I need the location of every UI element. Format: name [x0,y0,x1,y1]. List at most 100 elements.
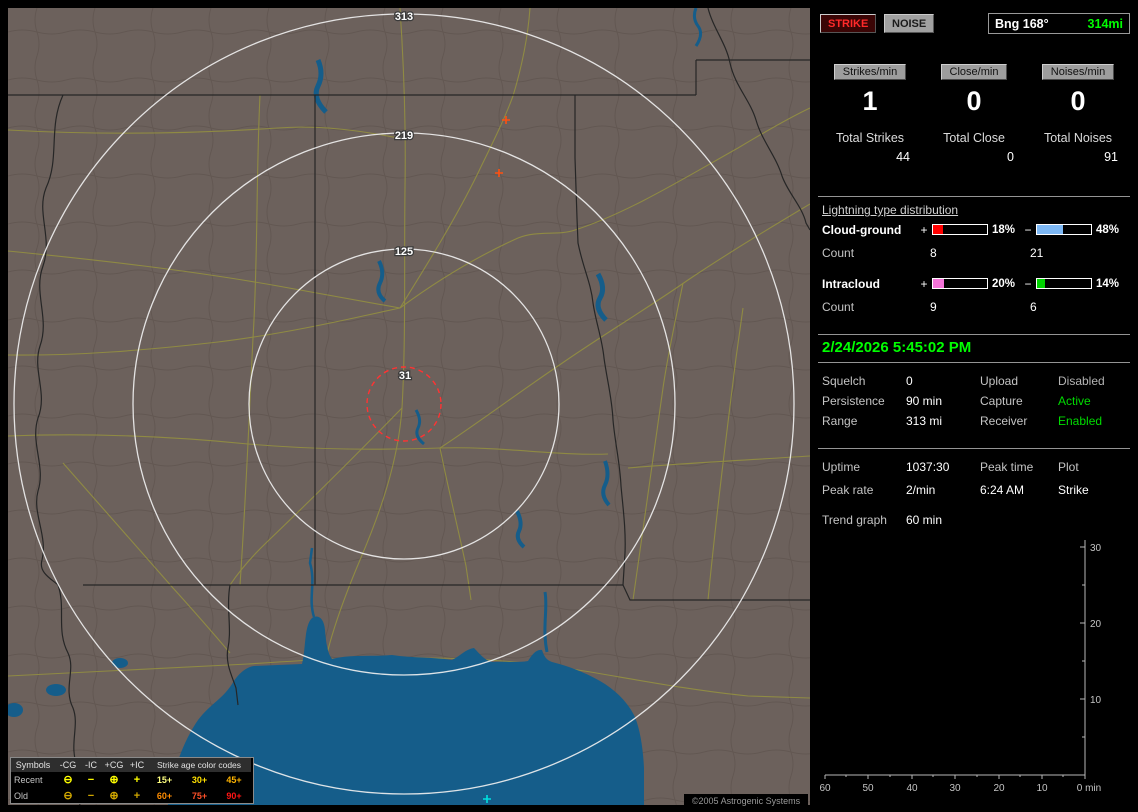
pos-ic-symbol: + [133,773,141,786]
cg-positive-count: 8 [930,246,937,260]
bar-fill [1037,279,1045,288]
ic-positive-pct: 20% [992,277,1016,290]
distribution-title: Lightning type distribution [822,203,959,217]
cloud-ground-row: Cloud-ground + 18% − 48% [818,222,1130,237]
origin-tick-label: 0 min [1077,783,1101,794]
legend-col-pos-cg: +CG [101,758,127,772]
age-code: 15+ [156,775,173,785]
trend-graph-tick-labels: 30 20 10 60 50 40 30 20 10 0 min [819,543,1101,794]
noise-toggle-button[interactable]: NOISE [884,14,935,33]
cg-negative-bar [1036,224,1092,235]
count-label: Count [822,246,855,260]
plus-sign: + [920,222,928,237]
legend-row-recent-label: Recent [14,775,43,785]
y-tick-label: 20 [1090,619,1102,630]
status-grid: Uptime 1037:30 Peak time Plot Peak rate … [818,460,1130,506]
persistence-value: 90 min [906,394,943,408]
total-noises-label: Total Noises [1043,131,1113,145]
ic-positive-count: 9 [930,300,937,314]
x-tick-label: 60 [819,783,831,794]
minus-sign: − [1024,222,1032,237]
peak-time-value: 6:24 AM [980,483,1025,497]
upload-label: Upload [980,374,1019,388]
x-tick-label: 10 [1036,783,1048,794]
legend-col-pos-ic: +IC [127,758,147,772]
rate-values: 1 0 0 [818,88,1130,115]
panel-toolbar: STRIKE NOISE Bng 168° 314mi [818,13,1130,36]
peak-rate-value: 2/min [906,483,936,497]
rate-headers: Strikes/min Close/min Noises/min [818,64,1130,80]
trend-graph-axes [824,540,1086,779]
neg-ic-symbol: − [87,789,95,802]
plus-sign: + [920,276,928,291]
ic-negative-bar [1036,278,1092,289]
strike-toggle-button[interactable]: STRIKE [820,14,877,33]
pos-cg-symbol: ⊕ [109,789,119,802]
status-panel: STRIKE NOISE Bng 168° 314mi Strikes/min … [818,8,1130,805]
age-code: 90+ [226,791,242,801]
bearing-label: Bng 168° [995,16,1049,31]
squelch-label: Squelch [822,374,866,388]
bar-fill [933,225,943,234]
age-code: 45+ [226,775,242,785]
strikes-per-min-button[interactable]: Strikes/min [833,64,907,80]
total-close-value: 0 [1007,150,1014,164]
noises-per-min-value: 0 [1070,86,1086,116]
age-code: 30+ [191,775,208,785]
bar-fill [933,279,944,288]
cg-positive-pct: 18% [992,223,1016,236]
range-value: 313 mi [906,414,943,428]
cg-negative-count: 21 [1030,246,1044,260]
neg-cg-symbol: ⊖ [63,789,73,802]
legend-row-old-label: Old [14,791,29,801]
range-ring-label: 31 [399,370,411,382]
ic-positive-bar [932,278,988,289]
age-code: 60+ [156,791,173,801]
capture-status: Active [1058,394,1091,408]
peak-time-label: Peak time [980,460,1034,474]
cloud-ground-label: Cloud-ground [822,222,902,237]
settings-grid: Squelch 0 Upload Disabled Persistence 90… [818,374,1130,434]
divider [818,334,1130,335]
range-ring-label: 313 [395,11,413,23]
persistence-label: Persistence [822,394,885,408]
bearing-readout: Bng 168° 314mi [988,13,1130,34]
noises-per-min-button[interactable]: Noises/min [1041,64,1115,80]
legend-col-neg-cg: -CG [55,758,81,772]
lightning-map[interactable]: 313 219 125 31 [8,8,810,805]
plot-label: Plot [1058,460,1079,474]
intracloud-row: Intracloud + 20% − 14% [818,276,1130,291]
pos-cg-symbol: ⊕ [109,773,119,786]
total-labels: Total Strikes Total Close Total Noises [818,131,1130,145]
intracloud-label: Intracloud [822,276,881,291]
ic-negative-count: 6 [1030,300,1037,314]
squelch-value: 0 [906,374,913,388]
y-tick-label: 10 [1090,695,1102,706]
ic-negative-pct: 14% [1096,277,1120,290]
trend-graph: 30 20 10 60 50 40 30 20 10 0 min [818,530,1130,805]
legend-col-neg-ic: -IC [81,758,101,772]
upload-status: Disabled [1058,374,1105,388]
range-label: Range [822,414,858,428]
divider [818,196,1130,197]
uptime-label: Uptime [822,460,861,474]
pos-ic-symbol: + [133,789,141,802]
close-per-min-button[interactable]: Close/min [940,64,1008,80]
ic-count-row: Count 9 6 [818,300,1130,314]
bar-fill [1037,225,1063,234]
plot-mode-value: Strike [1058,483,1089,497]
total-values: 44 0 91 [818,150,1130,164]
peak-rate-label: Peak rate [822,483,874,497]
legend-symbols-header: Symbols [11,758,55,772]
map-view[interactable]: 313 219 125 31 Symbols -CG -IC +CG +IC S… [8,8,810,808]
total-noises-value: 91 [1104,150,1118,164]
x-tick-label: 20 [993,783,1005,794]
divider [818,362,1130,363]
legend-age-header: Strike age color codes [147,758,251,772]
copyright-text: ©2005 Astrogenic Systems [684,794,808,808]
map-legend: Symbols -CG -IC +CG +IC Strike age color… [10,757,254,804]
total-strikes-label: Total Strikes [835,131,905,145]
datetime-display: 2/24/2026 5:45:02 PM [822,339,972,356]
receiver-status: Enabled [1058,414,1103,428]
range-ring-label: 219 [395,130,413,142]
